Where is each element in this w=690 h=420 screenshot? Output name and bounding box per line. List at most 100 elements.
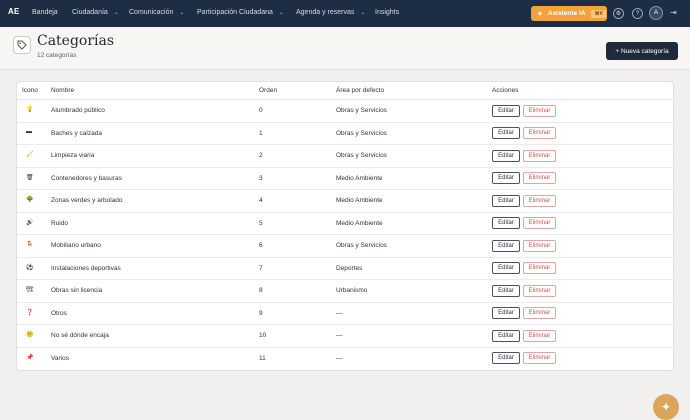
settings-icon[interactable]: ⚙ (613, 8, 624, 19)
edit-button[interactable]: Editar (492, 194, 520, 207)
category-area: Deportes (336, 264, 363, 272)
table-row: 🔊 Ruido 5 Medio Ambiente Editar Eliminar (17, 213, 673, 235)
table-row: ▬ Baches y calzada 1 Obras y Servicios E… (17, 123, 673, 145)
edit-button[interactable]: Editar (492, 217, 520, 229)
category-area: Urbanismo (336, 287, 368, 294)
category-order: 4 (259, 197, 263, 204)
table-header: Icono Nombre Orden Área por defecto Acci… (17, 82, 673, 100)
nav-item-ciudadania[interactable]: Ciudadanía ⌄ (72, 9, 119, 16)
category-order: 2 (259, 152, 263, 159)
category-order: 5 (259, 219, 263, 227)
category-icon: 💡 (26, 107, 34, 113)
category-name: No sé dónde encaja (51, 332, 109, 339)
category-order: 9 (259, 309, 263, 317)
app-logo[interactable]: AE (8, 7, 20, 16)
help-icon[interactable]: ? (632, 8, 643, 19)
top-navbar: AE Bandeja Ciudadanía ⌄ Comunicación ⌄ Par… (0, 0, 690, 27)
delete-button[interactable]: Eliminar (523, 217, 556, 229)
category-order: 1 (259, 129, 263, 137)
table-row: 🪑 Mobiliario urbano 6 Obras y Servicios … (17, 235, 673, 258)
category-icon: 🗑 (26, 174, 34, 181)
nav-item-comunicacion[interactable]: Comunicación ⌄ (129, 9, 184, 16)
category-name: Ruido (51, 219, 68, 227)
category-icon: 🔊 (26, 219, 34, 226)
delete-button[interactable]: Eliminar (523, 262, 556, 274)
table-row: 🗑 Contenedores y basuras 3 Medio Ambient… (17, 168, 673, 190)
category-name: Alumbrado público (51, 107, 105, 114)
category-icon: 🪑 (26, 242, 34, 248)
category-area: Obras y Servicios (336, 152, 387, 159)
category-order: 11 (259, 354, 266, 362)
category-area: Obras y Servicios (336, 242, 387, 249)
category-area: Obras y Servicios (336, 107, 387, 114)
column-header-nombre: Nombre (51, 87, 75, 94)
sparkle-icon: ✦ (537, 10, 543, 18)
delete-button[interactable]: Eliminar (523, 149, 556, 162)
page-subtitle: 12 categorías (37, 52, 77, 59)
category-area: Medio Ambiente (336, 219, 383, 227)
category-icon: 🌳 (26, 197, 34, 203)
category-name: Contenedores y basuras (51, 174, 122, 182)
delete-button[interactable]: Eliminar (523, 239, 556, 252)
avatar[interactable]: A (649, 6, 663, 20)
edit-button[interactable]: Editar (492, 329, 520, 342)
delete-button[interactable]: Eliminar (523, 307, 556, 319)
sparkle-icon: ✦ (660, 400, 672, 414)
delete-button[interactable]: Eliminar (523, 284, 556, 297)
edit-button[interactable]: Editar (492, 172, 520, 184)
chevron-down-icon: ⌄ (278, 10, 284, 16)
delete-button[interactable]: Eliminar (523, 104, 556, 117)
category-area: Medio Ambiente (336, 174, 383, 182)
delete-button[interactable]: Eliminar (523, 194, 556, 207)
category-area: — (336, 332, 343, 339)
edit-button[interactable]: Editar (492, 239, 520, 252)
delete-button[interactable]: Eliminar (523, 127, 556, 139)
nav-item-bandeja[interactable]: Bandeja (32, 9, 58, 16)
delete-button[interactable]: Eliminar (523, 172, 556, 184)
category-name: Obras sin licencia (51, 287, 103, 294)
edit-button[interactable]: Editar (492, 352, 520, 364)
table-row: 📌 Varios 11 — Editar Eliminar (17, 348, 673, 371)
assistant-fab[interactable]: ✦ (653, 394, 679, 420)
nav-item-agenda[interactable]: Agenda y reservas ⌄ (296, 9, 365, 16)
category-name: Mobiliario urbano (51, 242, 101, 249)
nav-item-participacion[interactable]: Participación Ciudadana ⌄ (197, 9, 284, 16)
page-title: Categorías (37, 33, 115, 49)
chevron-down-icon: ⌄ (179, 10, 185, 16)
category-order: 3 (259, 174, 263, 182)
category-area: Medio Ambiente (336, 197, 383, 204)
column-header-area: Área por defecto (336, 87, 385, 94)
column-header-orden: Orden (259, 87, 278, 94)
category-icon: ▬ (26, 128, 32, 135)
delete-button[interactable]: Eliminar (523, 329, 556, 342)
logout-icon[interactable]: ⇥ (670, 8, 677, 17)
table-row: 💡 Alumbrado público 0 Obras y Servicios … (17, 100, 673, 123)
edit-button[interactable]: Editar (492, 284, 520, 297)
category-name: Limpieza viaria (51, 152, 95, 159)
category-name: Zonas verdes y arbolado (51, 197, 123, 204)
new-category-button[interactable]: + Nueva categoría (606, 42, 678, 60)
category-name: Varios (51, 354, 69, 362)
category-name: Otros (51, 309, 67, 317)
assistant-button[interactable]: ✦ Asistente IA ⌘K (531, 6, 607, 21)
edit-button[interactable]: Editar (492, 127, 520, 139)
edit-button[interactable]: Editar (492, 149, 520, 162)
category-icon: 🧹 (26, 152, 34, 158)
category-order: 6 (259, 242, 263, 249)
delete-button[interactable]: Eliminar (523, 352, 556, 364)
table-row: 🌳 Zonas verdes y arbolado 4 Medio Ambien… (17, 190, 673, 213)
edit-button[interactable]: Editar (492, 104, 520, 117)
table-row: ⚽ Instalaciones deportivas 7 Deportes Ed… (17, 258, 673, 280)
category-order: 7 (259, 264, 263, 272)
category-icon: ❓ (26, 309, 34, 316)
edit-button[interactable]: Editar (492, 262, 520, 274)
category-area: Obras y Servicios (336, 129, 387, 137)
table-row: ❓ Otros 9 — Editar Eliminar (17, 303, 673, 325)
edit-button[interactable]: Editar (492, 307, 520, 319)
chevron-down-icon: ⌄ (113, 10, 119, 16)
category-order: 8 (259, 287, 263, 294)
page-header: Categorías 12 categorías + Nueva categor… (0, 27, 690, 70)
shortcut-badge: ⌘K (591, 9, 607, 18)
nav-item-insights[interactable]: Insights (375, 9, 399, 16)
table-row: 🧹 Limpieza viaria 2 Obras y Servicios Ed… (17, 145, 673, 168)
